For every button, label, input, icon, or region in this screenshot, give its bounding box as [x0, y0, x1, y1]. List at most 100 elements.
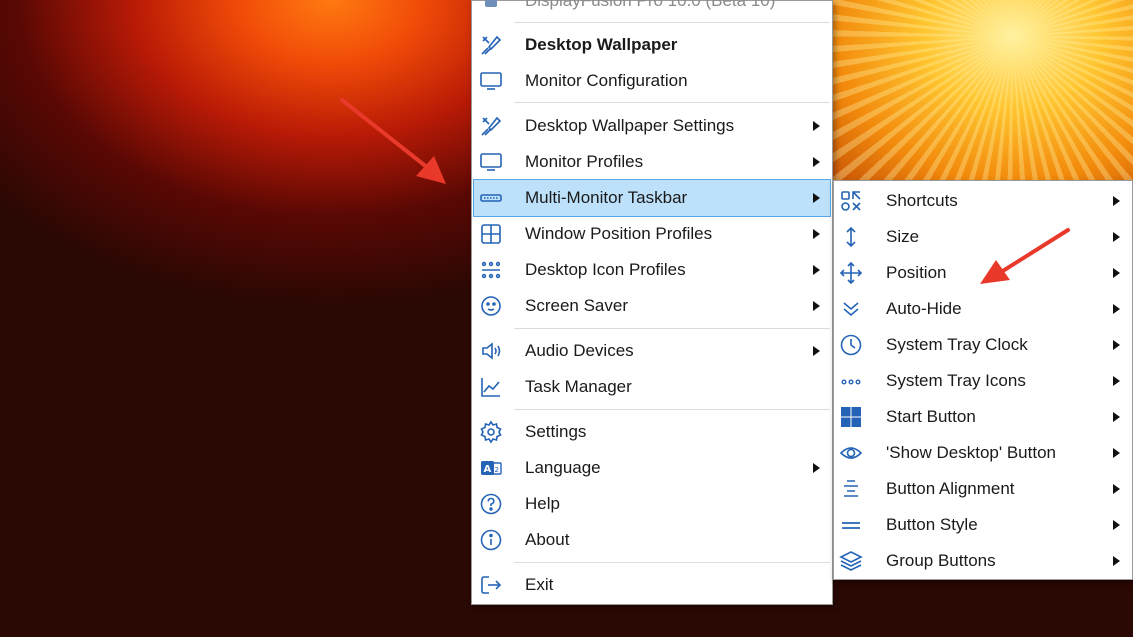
submenu-item-button-style[interactable]: Button Style — [836, 507, 1130, 543]
menu-item-screen-saver[interactable]: Screen Saver — [474, 288, 830, 324]
svg-text:2: 2 — [495, 466, 499, 474]
menu-item-label: Multi-Monitor Taskbar — [525, 188, 688, 207]
submenu-item-label: Shortcuts — [886, 191, 958, 210]
align-center-icon — [838, 477, 864, 501]
submenu-item-label: Auto-Hide — [886, 299, 962, 318]
monitor-icon — [478, 150, 504, 174]
layers-icon — [838, 549, 864, 573]
submenu-arrow-icon — [1113, 448, 1120, 458]
submenu-item-shortcuts[interactable]: Shortcuts — [836, 183, 1130, 219]
menu-item-label: Exit — [525, 575, 554, 594]
svg-text:A: A — [484, 464, 492, 475]
submenu-item-button-alignment[interactable]: Button Alignment — [836, 471, 1130, 507]
menu-item-language[interactable]: A 2 Language — [474, 450, 830, 486]
submenu-item-label: Group Buttons — [886, 551, 996, 570]
menu-separator — [514, 562, 830, 563]
submenu-arrow-icon — [813, 229, 820, 239]
menu-item-label: Audio Devices — [525, 341, 634, 360]
window-grid-icon — [478, 222, 504, 246]
submenu-arrow-icon — [1113, 232, 1120, 242]
menu-item-window-position-profiles[interactable]: Window Position Profiles — [474, 216, 830, 252]
shortcuts-icon — [838, 189, 864, 213]
menu-item-settings[interactable]: Settings — [474, 414, 830, 450]
submenu-item-label: Button Style — [886, 515, 978, 534]
menu-item-desktop-wallpaper-settings[interactable]: Desktop Wallpaper Settings — [474, 108, 830, 144]
submenu-item-label: System Tray Icons — [886, 371, 1026, 390]
info-icon — [478, 528, 504, 552]
annotation-arrow-icon — [980, 228, 1070, 284]
submenu-arrow-icon — [1113, 484, 1120, 494]
menu-item-label: Monitor Configuration — [525, 71, 688, 90]
menu-item-label: Monitor Profiles — [525, 152, 644, 171]
submenu-arrow-icon — [1113, 520, 1120, 530]
submenu-item-label: Start Button — [886, 407, 976, 426]
chart-icon — [478, 375, 504, 399]
submenu-item-label: Size — [886, 227, 920, 246]
menu-item-task-manager[interactable]: Task Manager — [474, 369, 830, 405]
menu-header-label: DisplayFusion Pro 10.0 (Beta 10) — [525, 0, 776, 10]
menu-item-label: About — [525, 530, 570, 549]
annotation-arrow-icon — [340, 98, 446, 184]
taskbar-icon — [478, 186, 504, 210]
menu-separator — [514, 409, 830, 410]
dots-icon — [838, 369, 864, 393]
submenu-arrow-icon — [1113, 412, 1120, 422]
submenu-arrow-icon — [1113, 196, 1120, 206]
menu-item-monitor-profiles[interactable]: Monitor Profiles — [474, 144, 830, 180]
menu-item-about[interactable]: About — [474, 522, 830, 558]
equals-icon — [838, 513, 864, 537]
menu-item-label: Desktop Icon Profiles — [525, 260, 686, 279]
submenu-arrow-icon — [813, 193, 820, 203]
submenu-arrow-icon — [813, 463, 820, 473]
submenu-item-group-buttons[interactable]: Group Buttons — [836, 543, 1130, 579]
eye-icon — [838, 441, 864, 465]
submenu-arrow-icon — [1113, 556, 1120, 566]
wallpaper-sunburst — [832, 0, 1133, 182]
submenu-item-label: 'Show Desktop' Button — [886, 443, 1056, 462]
menu-item-label: Screen Saver — [525, 296, 628, 315]
menu-separator — [514, 22, 830, 23]
submenu-item-start-button[interactable]: Start Button — [836, 399, 1130, 435]
icon-grid-icon — [478, 258, 504, 282]
menu-item-label: Language — [525, 458, 601, 477]
menu-item-monitor-configuration[interactable]: Monitor Configuration — [474, 63, 830, 99]
submenu-item-system-tray-icons[interactable]: System Tray Icons — [836, 363, 1130, 399]
submenu-arrow-icon — [1113, 376, 1120, 386]
submenu-item-system-tray-clock[interactable]: System Tray Clock — [836, 327, 1130, 363]
menu-item-label: Desktop Wallpaper Settings — [525, 116, 735, 135]
speaker-icon — [478, 339, 504, 363]
wallpaper-brush-icon — [478, 114, 504, 138]
gear-icon — [478, 420, 504, 444]
menu-item-label: Desktop Wallpaper — [525, 35, 678, 54]
menu-separator — [514, 328, 830, 329]
move-icon — [838, 261, 864, 285]
windows-logo-icon — [838, 405, 864, 429]
context-menu: DisplayFusion Pro 10.0 (Beta 10) Desktop… — [471, 0, 833, 605]
menu-item-exit[interactable]: Exit — [474, 567, 830, 603]
menu-header-item[interactable]: DisplayFusion Pro 10.0 (Beta 10) — [474, 0, 830, 19]
menu-item-audio-devices[interactable]: Audio Devices — [474, 333, 830, 369]
submenu-arrow-icon — [1113, 304, 1120, 314]
submenu-arrow-icon — [813, 121, 820, 131]
menu-item-label: Window Position Profiles — [525, 224, 713, 243]
menu-item-desktop-wallpaper[interactable]: Desktop Wallpaper — [474, 27, 830, 63]
monitor-icon — [478, 69, 504, 93]
exit-icon — [478, 573, 504, 597]
language-icon: A 2 — [478, 456, 504, 480]
submenu-arrow-icon — [813, 301, 820, 311]
submenu-item-label: Position — [886, 263, 947, 282]
submenu-arrow-icon — [813, 157, 820, 167]
submenu-arrow-icon — [813, 265, 820, 275]
submenu-item-label: Button Alignment — [886, 479, 1015, 498]
submenu-item-show-desktop-button[interactable]: 'Show Desktop' Button — [836, 435, 1130, 471]
menu-item-help[interactable]: Help — [474, 486, 830, 522]
submenu-arrow-icon — [813, 346, 820, 356]
screensaver-icon — [478, 294, 504, 318]
chevrons-down-icon — [838, 297, 864, 321]
menu-item-desktop-icon-profiles[interactable]: Desktop Icon Profiles — [474, 252, 830, 288]
submenu-item-auto-hide[interactable]: Auto-Hide — [836, 291, 1130, 327]
wallpaper-brush-icon — [478, 33, 504, 57]
menu-item-label: Settings — [525, 422, 587, 441]
menu-item-multi-monitor-taskbar[interactable]: Multi-Monitor Taskbar — [473, 179, 831, 217]
help-icon — [478, 492, 504, 516]
